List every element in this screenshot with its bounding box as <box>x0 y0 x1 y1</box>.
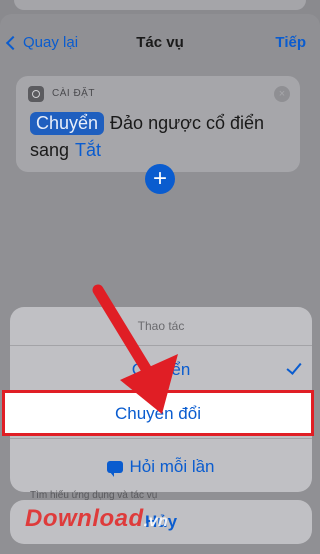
screen: Quay lại Tác vụ Tiếp CÀI ĐẶT × Chuyển Đả… <box>0 0 320 554</box>
red-arrow-icon <box>92 284 178 414</box>
watermark-logo: Download.vn <box>25 505 169 532</box>
